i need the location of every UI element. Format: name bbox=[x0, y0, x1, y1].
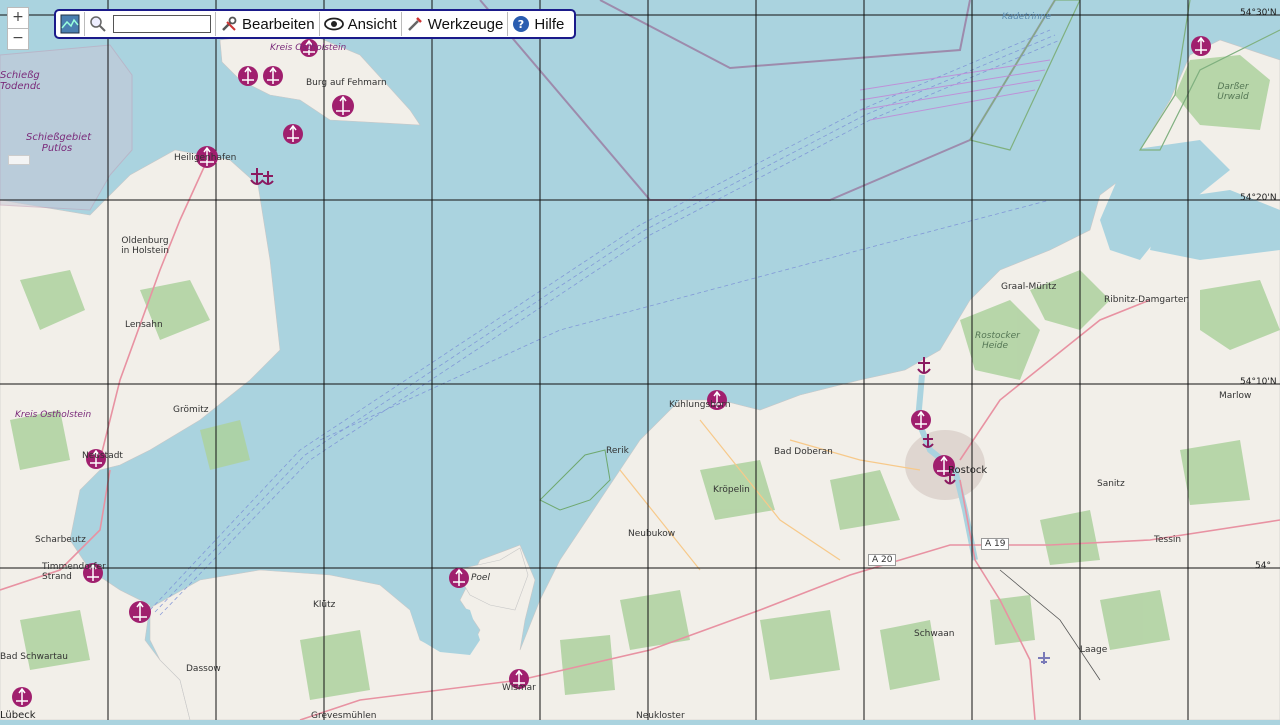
map-icon bbox=[60, 14, 80, 34]
place-label: Neubukow bbox=[628, 529, 676, 539]
place-label: Wismar bbox=[502, 683, 536, 693]
road-shield: A 20 bbox=[868, 554, 897, 566]
place-label: Rerik bbox=[606, 446, 629, 456]
toolbar: Bearbeiten Ansicht Werkzeuge ? Hilfe bbox=[54, 9, 576, 39]
place-label: Burg auf Fehmarn bbox=[306, 78, 387, 88]
tools-icon bbox=[407, 17, 422, 31]
map-canvas[interactable] bbox=[0, 0, 1280, 721]
marina-marker[interactable] bbox=[911, 410, 931, 430]
place-label: Darßer Urwald bbox=[1217, 82, 1249, 102]
place-label: Sanitz bbox=[1097, 479, 1125, 489]
search-input[interactable] bbox=[113, 15, 211, 33]
place-label: Dassow bbox=[186, 664, 221, 674]
view-label: Ansicht bbox=[347, 15, 397, 33]
restricted-area-label: Schießgebiet Putlos bbox=[26, 132, 92, 154]
place-label: Grömitz bbox=[173, 405, 209, 415]
place-label: Scharbeutz bbox=[35, 535, 86, 545]
map-icon-button[interactable] bbox=[56, 11, 84, 37]
marina-marker[interactable] bbox=[283, 124, 303, 144]
road-shield: A 19 bbox=[981, 538, 1010, 550]
tools-button[interactable]: Werkzeuge bbox=[402, 11, 508, 37]
marina-marker[interactable] bbox=[1191, 36, 1211, 56]
marina-marker[interactable] bbox=[129, 601, 151, 623]
latitude-label: 54°30'N bbox=[1240, 8, 1277, 18]
zoom-slider-handle[interactable] bbox=[8, 155, 30, 165]
latitude-label: 54°20'N bbox=[1240, 193, 1277, 203]
region-label: Kreis Ostholstein bbox=[270, 43, 347, 53]
marina-marker[interactable] bbox=[449, 568, 469, 588]
latitude-label: 54° bbox=[1255, 561, 1271, 571]
place-label: Heiligenhafen bbox=[174, 153, 237, 163]
place-label: Tessin bbox=[1154, 535, 1182, 545]
place-label: Lübeck bbox=[0, 710, 36, 721]
eye-icon bbox=[323, 17, 344, 31]
zoom-out-button[interactable]: − bbox=[7, 28, 29, 50]
nautical-map[interactable] bbox=[0, 0, 1280, 721]
wrench-screwdriver-icon bbox=[222, 16, 237, 31]
search-icon bbox=[90, 16, 106, 32]
place-label: Lensahn bbox=[125, 320, 163, 330]
place-label: Poel bbox=[471, 573, 490, 583]
place-label: Bad Schwartau bbox=[0, 652, 68, 662]
help-button[interactable]: ? Hilfe bbox=[508, 11, 568, 37]
zoom-in-button[interactable]: + bbox=[7, 7, 29, 29]
edit-button[interactable]: Bearbeiten bbox=[216, 11, 319, 37]
search-button[interactable] bbox=[85, 11, 111, 37]
edit-label: Bearbeiten bbox=[242, 15, 315, 33]
marina-marker[interactable] bbox=[12, 687, 32, 707]
place-label: Oldenburg in Holstein bbox=[121, 236, 169, 256]
place-label: Kröpelin bbox=[713, 485, 750, 495]
place-label: Schwaan bbox=[914, 629, 955, 639]
place-label: Ribnitz-Damgarten bbox=[1104, 295, 1190, 305]
help-icon: ? bbox=[513, 16, 530, 32]
place-label: Timmendorfer Strand bbox=[42, 562, 106, 582]
view-button[interactable]: Ansicht bbox=[320, 11, 401, 37]
region-label: Kreis Ostholstein bbox=[15, 410, 92, 420]
place-label: Marlow bbox=[1219, 391, 1252, 401]
marina-marker[interactable] bbox=[263, 66, 283, 86]
marina-marker[interactable] bbox=[238, 66, 258, 86]
place-label: Klütz bbox=[313, 600, 336, 610]
latitude-label: 54°10'N bbox=[1240, 377, 1277, 387]
restricted-area-label: Schießgebiet Todendorf bbox=[0, 70, 40, 92]
place-label: Kühlungsborn bbox=[669, 400, 731, 410]
place-label: Rostocker Heide bbox=[975, 331, 1020, 351]
place-label: Rostock bbox=[948, 465, 988, 476]
marina-marker[interactable] bbox=[332, 95, 354, 117]
tools-label: Werkzeuge bbox=[427, 15, 504, 33]
waterway-label: Kadetrinne bbox=[1002, 12, 1052, 22]
help-label: Hilfe bbox=[534, 15, 565, 33]
place-label: Bad Doberan bbox=[774, 447, 833, 457]
place-label: Laage bbox=[1080, 645, 1108, 655]
place-label: Neustadt bbox=[82, 451, 123, 461]
place-label: Graal-Müritz bbox=[1001, 282, 1057, 292]
svg-text:?: ? bbox=[518, 18, 524, 31]
